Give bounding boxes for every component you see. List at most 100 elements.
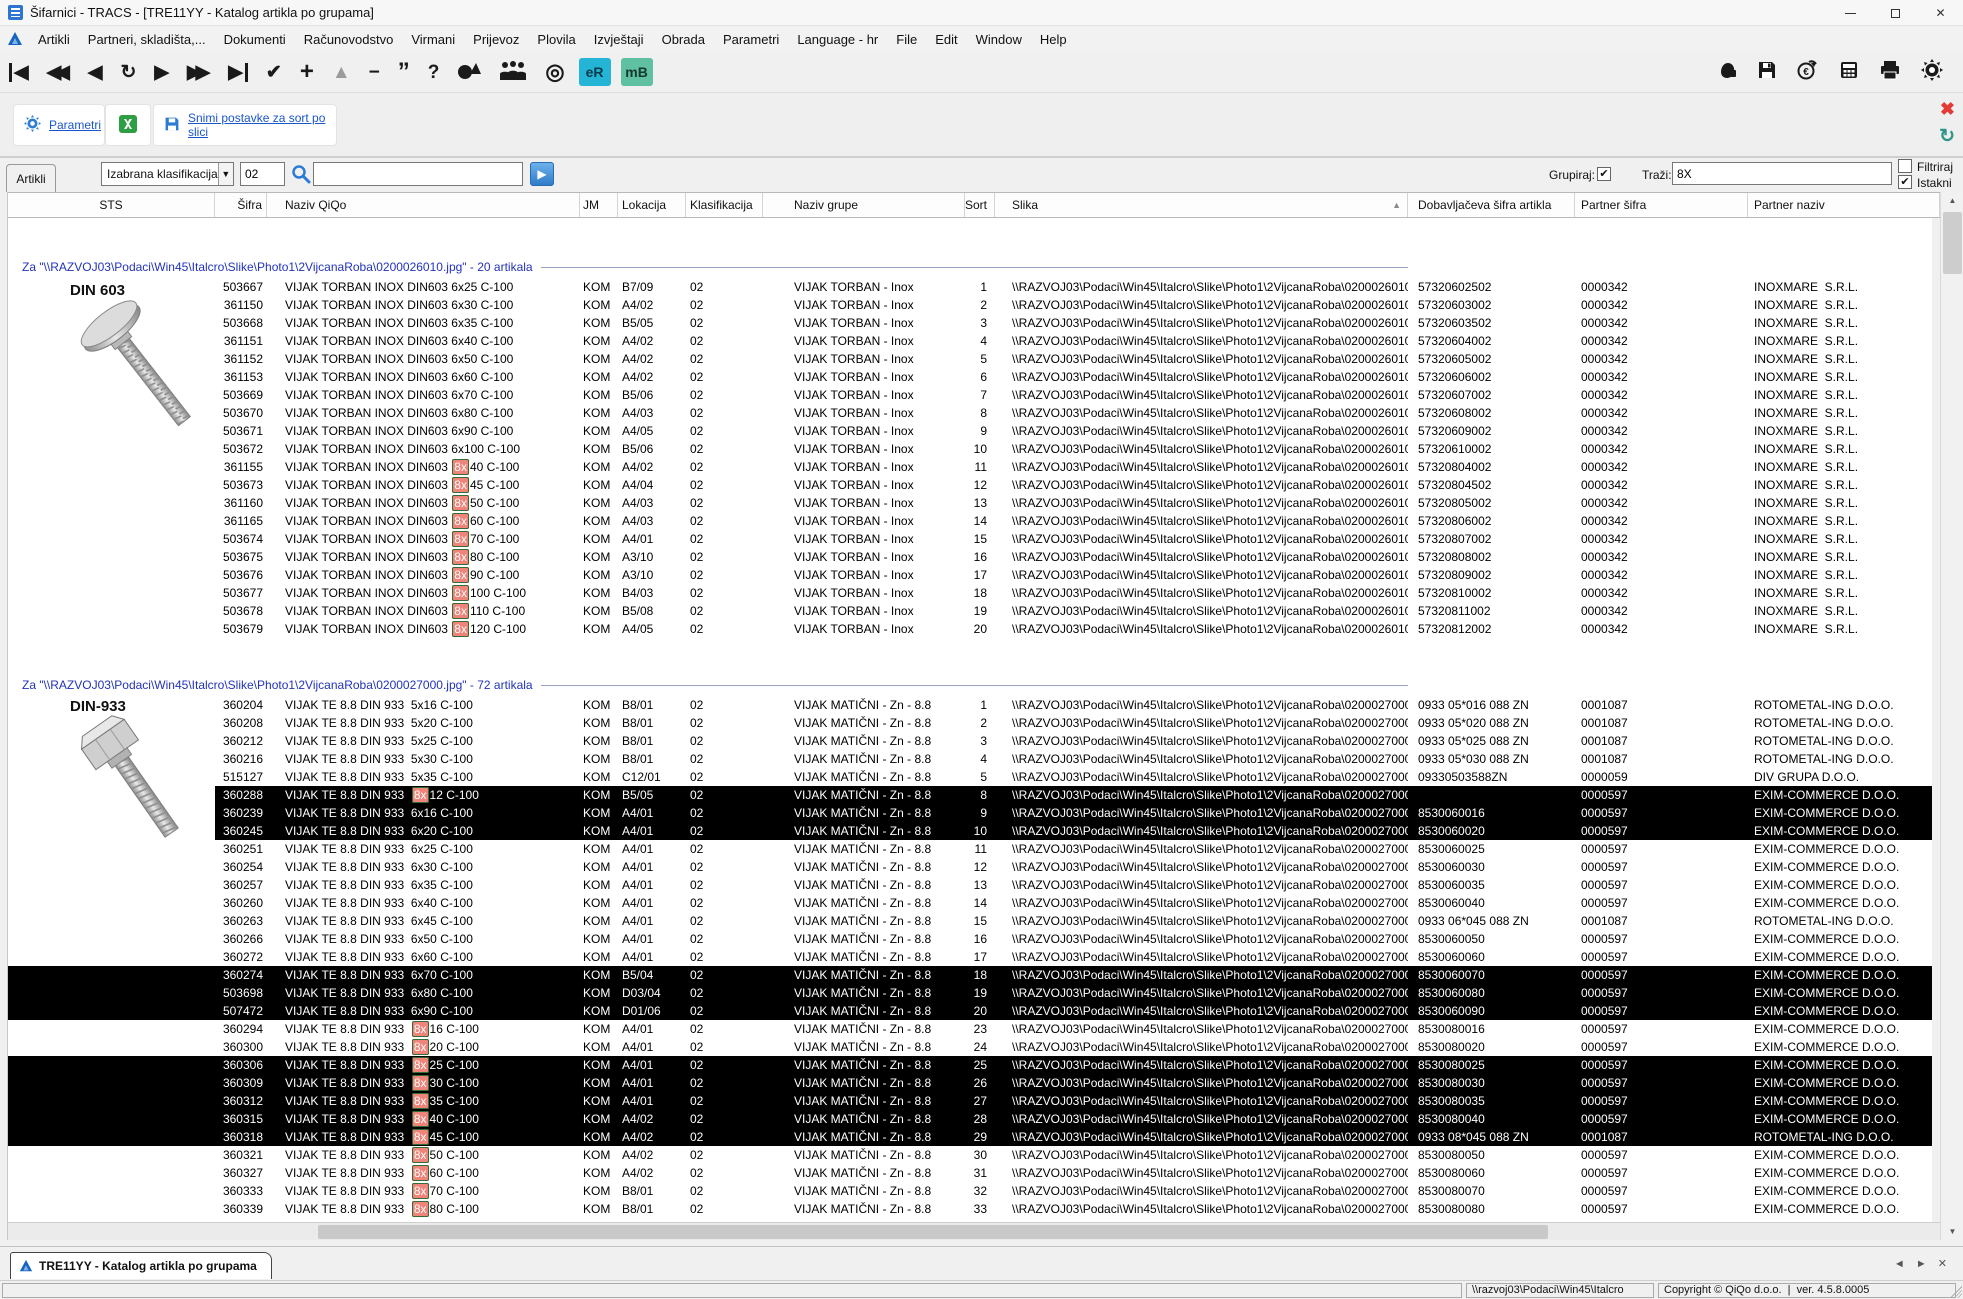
- column-header-sort[interactable]: Sort: [965, 193, 995, 217]
- vertical-scrollbar[interactable]: ▲ ▼: [1940, 192, 1963, 1240]
- close-button[interactable]: ✕: [1918, 0, 1963, 26]
- table-row[interactable]: 503676VIJAK TORBAN INOX DIN603 8x90 C-10…: [8, 566, 1932, 584]
- search-input[interactable]: [313, 162, 523, 186]
- confirm-icon[interactable]: ✔: [266, 63, 282, 82]
- add-icon[interactable]: +: [300, 60, 314, 84]
- table-row[interactable]: 503671VIJAK TORBAN INOX DIN603 6x90 C-10…: [8, 422, 1932, 440]
- excel-export-button[interactable]: [106, 105, 150, 145]
- table-row[interactable]: 360309VIJAK TE 8.8 DIN 933 8x30 C-100KOM…: [8, 1074, 1932, 1092]
- run-search-button[interactable]: ▶: [530, 162, 554, 186]
- table-row[interactable]: 360312VIJAK TE 8.8 DIN 933 8x35 C-100KOM…: [8, 1092, 1932, 1110]
- horizontal-scroll-thumb[interactable]: [318, 1225, 1548, 1239]
- table-row[interactable]: 361155VIJAK TORBAN INOX DIN603 8x40 C-10…: [8, 458, 1932, 476]
- tab-artikli[interactable]: Artikli: [6, 164, 56, 192]
- tab-scroll-arrows[interactable]: ◄ ► ✕: [1894, 1257, 1951, 1270]
- table-row[interactable]: 360321VIJAK TE 8.8 DIN 933 8x50 C-100KOM…: [8, 1146, 1932, 1164]
- menu-item-language-hr[interactable]: Language - hr: [788, 29, 887, 50]
- settings-gear-icon[interactable]: [1921, 59, 1943, 85]
- menu-item-plovila[interactable]: Plovila: [528, 29, 584, 50]
- table-row[interactable]: 360327VIJAK TE 8.8 DIN 933 8x60 C-100KOM…: [8, 1164, 1932, 1182]
- save-icon[interactable]: [1757, 60, 1777, 84]
- menu-item-ra-unovodstvo[interactable]: Računovodstvo: [295, 29, 403, 50]
- remove-icon[interactable]: −: [369, 63, 380, 82]
- close-panel-icon[interactable]: ✖: [1940, 99, 1955, 120]
- classification-dropdown[interactable]: Izabrana klasifikacija ▼: [101, 162, 234, 186]
- table-row[interactable]: 361152VIJAK TORBAN INOX DIN603 6x50 C-10…: [8, 350, 1932, 368]
- table-row[interactable]: 360216VIJAK TE 8.8 DIN 933 5x30 C-100KOM…: [8, 750, 1932, 768]
- table-row[interactable]: 360208VIJAK TE 8.8 DIN 933 5x20 C-100KOM…: [8, 714, 1932, 732]
- table-row[interactable]: 515127VIJAK TE 8.8 DIN 933 5x35 C-100KOM…: [8, 768, 1932, 786]
- table-row[interactable]: 360272VIJAK TE 8.8 DIN 933 6x60 C-100KOM…: [8, 948, 1932, 966]
- menu-item-help[interactable]: Help: [1031, 29, 1076, 50]
- column-header-jm[interactable]: JM: [580, 193, 618, 217]
- table-row[interactable]: 507472VIJAK TE 8.8 DIN 933 6x90 C-100KOM…: [8, 1002, 1932, 1020]
- hand-icon[interactable]: [1717, 60, 1737, 84]
- partners-icon[interactable]: [499, 60, 527, 84]
- scroll-down-icon[interactable]: ▼: [1941, 1223, 1963, 1240]
- table-row[interactable]: 360318VIJAK TE 8.8 DIN 933 8x45 C-100KOM…: [8, 1128, 1932, 1146]
- menu-item-izvje-taji[interactable]: Izvještaji: [585, 29, 653, 50]
- table-row[interactable]: 360306VIJAK TE 8.8 DIN 933 8x25 C-100KOM…: [8, 1056, 1932, 1074]
- table-row[interactable]: 360300VIJAK TE 8.8 DIN 933 8x20 C-100KOM…: [8, 1038, 1932, 1056]
- table-row[interactable]: 361150VIJAK TORBAN INOX DIN603 6x30 C-10…: [8, 296, 1932, 314]
- table-row[interactable]: 361153VIJAK TORBAN INOX DIN603 6x60 C-10…: [8, 368, 1932, 386]
- tab-tre11yy[interactable]: TRE11YY - Katalog artikla po grupama: [10, 1252, 272, 1279]
- table-row[interactable]: 503668VIJAK TORBAN INOX DIN603 6x35 C-10…: [8, 314, 1932, 332]
- refresh-panel-icon[interactable]: ↻: [1939, 125, 1955, 148]
- table-row[interactable]: 503698VIJAK TE 8.8 DIN 933 6x80 C-100KOM…: [8, 984, 1932, 1002]
- next-record-icon[interactable]: ▶: [154, 63, 169, 82]
- column-header-psif[interactable]: Partner šifra: [1575, 193, 1748, 217]
- minimize-button[interactable]: [1828, 0, 1873, 26]
- vertical-scroll-thumb[interactable]: [1943, 212, 1962, 274]
- search-icon[interactable]: [291, 164, 311, 187]
- chevron-down-icon[interactable]: ▼: [218, 163, 233, 185]
- column-header-dob[interactable]: Dobavljačeva šifra artikla: [1408, 193, 1575, 217]
- last-record-icon[interactable]: ▶: [228, 63, 248, 82]
- column-header-klas[interactable]: Klasifikacija: [686, 193, 763, 217]
- menu-item-window[interactable]: Window: [967, 29, 1031, 50]
- table-row[interactable]: 361151VIJAK TORBAN INOX DIN603 6x40 C-10…: [8, 332, 1932, 350]
- table-row[interactable]: 360315VIJAK TE 8.8 DIN 933 8x40 C-100KOM…: [8, 1110, 1932, 1128]
- horizontal-scrollbar[interactable]: [8, 1222, 1940, 1240]
- table-row[interactable]: 503673VIJAK TORBAN INOX DIN603 8x45 C-10…: [8, 476, 1932, 494]
- table-row[interactable]: 360251VIJAK TE 8.8 DIN 933 6x25 C-100KOM…: [8, 840, 1932, 858]
- currency-exchange-icon[interactable]: €: [1797, 60, 1819, 84]
- table-row[interactable]: 360254VIJAK TE 8.8 DIN 933 6x30 C-100KOM…: [8, 858, 1932, 876]
- trazi-input[interactable]: [1672, 162, 1892, 185]
- table-row[interactable]: 360239VIJAK TE 8.8 DIN 933 6x16 C-100KOM…: [8, 804, 1932, 822]
- column-header-slika[interactable]: Slika▲: [995, 193, 1408, 217]
- help-icon[interactable]: ?: [428, 63, 440, 82]
- table-row[interactable]: 360263VIJAK TE 8.8 DIN 933 6x45 C-100KOM…: [8, 912, 1932, 930]
- menu-item-partneri-skladi-ta[interactable]: Partneri, skladišta,...: [79, 29, 215, 50]
- refresh-icon[interactable]: ↻: [120, 63, 136, 82]
- table-row[interactable]: 503679VIJAK TORBAN INOX DIN603 8x120 C-1…: [8, 620, 1932, 638]
- table-row[interactable]: 360288VIJAK TE 8.8 DIN 933 8x12 C-100KOM…: [8, 786, 1932, 804]
- resize-grip[interactable]: [1950, 1286, 1962, 1298]
- menu-item-virmani[interactable]: Virmani: [402, 29, 464, 50]
- table-row[interactable]: 503667VIJAK TORBAN INOX DIN603 6x25 C-10…: [8, 278, 1932, 296]
- location-target-icon[interactable]: ◎: [545, 61, 564, 83]
- menu-item-parametri[interactable]: Parametri: [714, 29, 788, 50]
- column-header-lok[interactable]: Lokacija: [618, 193, 686, 217]
- maximize-button[interactable]: [1873, 0, 1918, 26]
- scroll-up-icon[interactable]: ▲: [1941, 192, 1963, 209]
- table-row[interactable]: 360212VIJAK TE 8.8 DIN 933 5x25 C-100KOM…: [8, 732, 1932, 750]
- filtriraj-checkbox[interactable]: [1898, 159, 1912, 173]
- parametri-button[interactable]: Parametri: [14, 105, 104, 145]
- table-row[interactable]: 360333VIJAK TE 8.8 DIN 933 8x70 C-100KOM…: [8, 1182, 1932, 1200]
- snimi-postavke-button[interactable]: Snimi postavke za sort po slici: [154, 105, 336, 145]
- menu-item-edit[interactable]: Edit: [926, 29, 966, 50]
- first-record-icon[interactable]: ◀: [9, 63, 29, 82]
- table-row[interactable]: 360204VIJAK TE 8.8 DIN 933 5x16 C-100KOM…: [8, 696, 1932, 714]
- quotes-icon[interactable]: ”: [398, 60, 410, 84]
- column-header-code[interactable]: Šifra: [215, 193, 267, 217]
- fast-backward-icon[interactable]: ◀◀: [47, 63, 70, 82]
- column-header-grupa[interactable]: Naziv grupe: [763, 193, 965, 217]
- table-row[interactable]: 361165VIJAK TORBAN INOX DIN603 8x60 C-10…: [8, 512, 1932, 530]
- table-row[interactable]: 503670VIJAK TORBAN INOX DIN603 6x80 C-10…: [8, 404, 1932, 422]
- grupiraj-checkbox[interactable]: [1597, 167, 1611, 181]
- table-row[interactable]: 360257VIJAK TE 8.8 DIN 933 6x35 C-100KOM…: [8, 876, 1932, 894]
- menu-item-obrada[interactable]: Obrada: [653, 29, 714, 50]
- mb-button[interactable]: mB: [621, 58, 653, 86]
- table-row[interactable]: 503678VIJAK TORBAN INOX DIN603 8x110 C-1…: [8, 602, 1932, 620]
